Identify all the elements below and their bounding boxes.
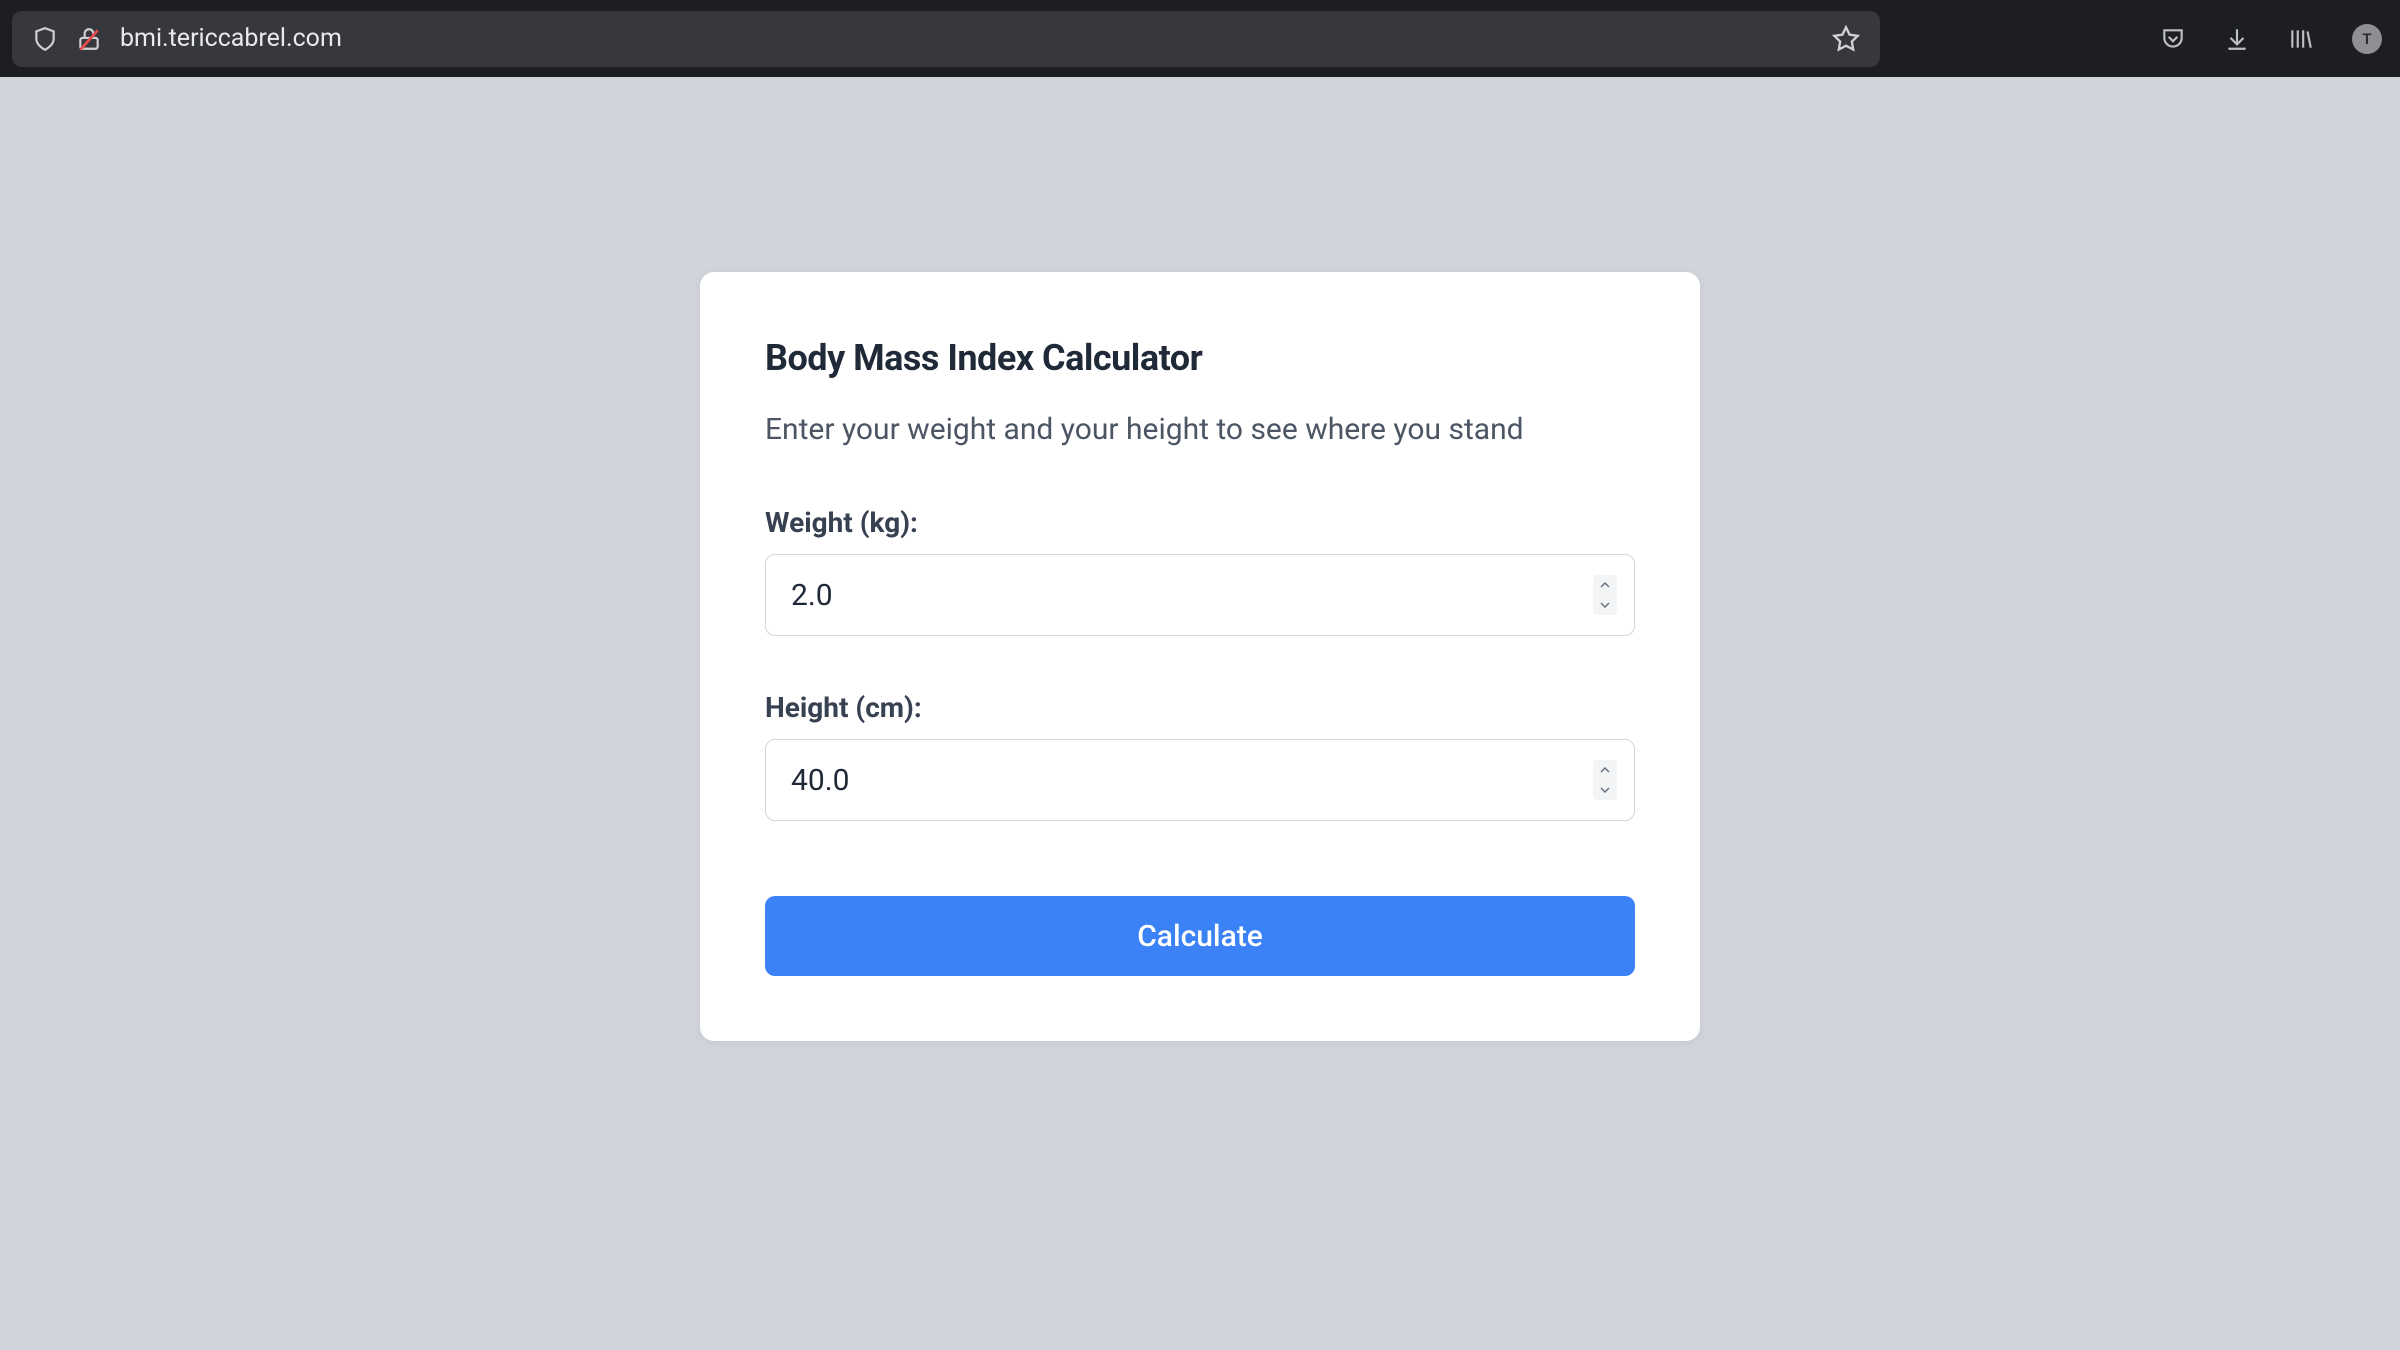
height-input[interactable] bbox=[765, 739, 1635, 821]
insecure-lock-icon bbox=[76, 26, 102, 52]
browser-toolbar-right: T bbox=[2160, 24, 2382, 54]
shield-icon bbox=[32, 26, 58, 52]
height-stepper bbox=[1593, 760, 1617, 800]
page-content: Body Mass Index Calculator Enter your we… bbox=[0, 77, 2400, 1041]
height-stepper-down[interactable] bbox=[1593, 780, 1617, 800]
url-text[interactable]: bmi.tericcabrel.com bbox=[120, 24, 1814, 53]
weight-stepper bbox=[1593, 575, 1617, 615]
height-label: Height (cm): bbox=[765, 691, 1635, 724]
url-bar[interactable]: bmi.tericcabrel.com bbox=[12, 11, 1880, 67]
bookmark-star-icon[interactable] bbox=[1832, 25, 1860, 53]
profile-avatar[interactable]: T bbox=[2352, 24, 2382, 54]
height-input-wrapper bbox=[765, 739, 1635, 821]
weight-label: Weight (kg): bbox=[765, 506, 1635, 539]
pocket-icon[interactable] bbox=[2160, 26, 2186, 52]
downloads-icon[interactable] bbox=[2224, 26, 2250, 52]
card-subtitle: Enter your weight and your height to see… bbox=[765, 409, 1635, 451]
weight-stepper-up[interactable] bbox=[1593, 575, 1617, 595]
weight-stepper-down[interactable] bbox=[1593, 595, 1617, 615]
calculate-button[interactable]: Calculate bbox=[765, 896, 1635, 976]
height-stepper-up[interactable] bbox=[1593, 760, 1617, 780]
weight-input[interactable] bbox=[765, 554, 1635, 636]
height-form-group: Height (cm): bbox=[765, 691, 1635, 821]
bmi-calculator-card: Body Mass Index Calculator Enter your we… bbox=[700, 272, 1700, 1041]
library-icon[interactable] bbox=[2288, 26, 2314, 52]
weight-input-wrapper bbox=[765, 554, 1635, 636]
card-title: Body Mass Index Calculator bbox=[765, 337, 1635, 379]
weight-form-group: Weight (kg): bbox=[765, 506, 1635, 636]
browser-bar: bmi.tericcabrel.com bbox=[0, 0, 2400, 77]
